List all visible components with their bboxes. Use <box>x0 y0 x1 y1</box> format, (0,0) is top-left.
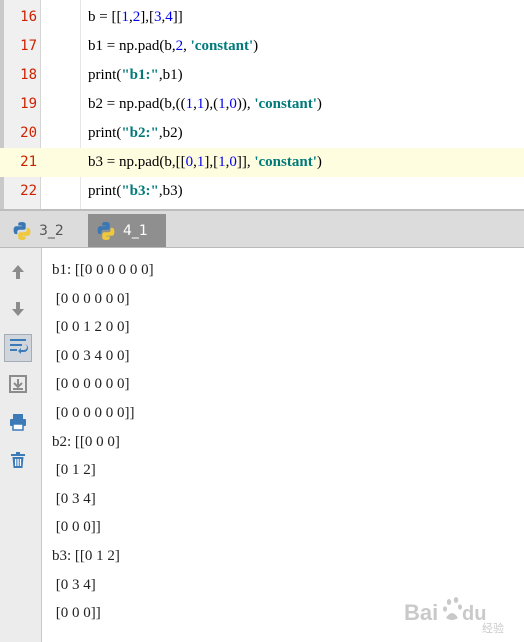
string-token: "b3:" <box>121 183 159 199</box>
code-token: , <box>183 38 191 54</box>
code-text[interactable]: b1 = np.pad(b,2, 'constant') <box>88 32 258 61</box>
console-line: [0 3 4] <box>52 576 96 593</box>
code-token: ) <box>253 38 259 54</box>
string-token: 'constant' <box>254 154 317 170</box>
code-token: ) <box>316 96 322 112</box>
run-tab-label: 4_1 <box>123 222 148 239</box>
string-token: 'constant' <box>254 96 317 112</box>
print-button[interactable] <box>4 410 32 438</box>
code-editor[interactable]: 16 b = [[1,2],[3,4]] 17 b1 = np.pad(b,2, 'c… <box>0 0 524 211</box>
up-arrow-button[interactable] <box>4 260 32 288</box>
line-number: 20 <box>20 125 37 141</box>
code-token: print( <box>88 67 122 83</box>
number-token: 4 <box>165 9 173 25</box>
code-token: ,b2) <box>158 125 183 141</box>
down-arrow-icon <box>9 300 27 322</box>
line-number: 21 <box>4 148 37 177</box>
number-token: 1 <box>185 96 194 112</box>
code-text[interactable]: b = [[1,2],[3,4]] <box>88 3 183 32</box>
number-token: 1 <box>121 9 129 25</box>
line-number: 17 <box>20 38 37 54</box>
code-line[interactable]: 19 b2 = np.pad(b,((1,1),(1,0)), 'constant… <box>0 90 524 119</box>
code-token: b3 = np.pad(b,[[ <box>88 154 186 170</box>
code-token: ) <box>316 154 322 170</box>
code-token: ],[ <box>204 154 219 170</box>
soft-wrap-button[interactable] <box>4 334 32 362</box>
code-text[interactable]: print("b2:",b2) <box>88 119 183 148</box>
code-line[interactable]: 22 print("b3:",b3) <box>0 177 524 206</box>
code-text[interactable]: b2 = np.pad(b,((1,1),(1,0)), 'constant') <box>88 90 322 119</box>
code-token: print( <box>88 125 122 141</box>
line-number: 18 <box>20 67 37 83</box>
string-token: 'constant' <box>190 38 254 54</box>
code-line[interactable]: 18 print("b1:",b1) <box>0 61 524 90</box>
line-number: 22 <box>20 183 37 199</box>
run-tab-4_1[interactable]: 4_1 <box>88 214 166 247</box>
code-token: b1 = np.pad(b, <box>88 38 176 54</box>
console-line: [0 0 0]] <box>52 605 101 622</box>
line-number: 19 <box>20 96 37 112</box>
trash-button[interactable] <box>4 448 32 476</box>
console-line: [0 1 2] <box>52 462 96 479</box>
trash-icon <box>8 450 28 474</box>
console-output: b1: [[0 0 0 0 0 0] [0 0 0 0 0 0] [0 0 1 … <box>52 256 154 628</box>
string-token: "b2:" <box>121 125 159 141</box>
svg-text:经验: 经验 <box>482 621 504 634</box>
down-arrow-button[interactable] <box>4 297 32 325</box>
code-token: b = [[ <box>88 9 122 25</box>
console-line: [0 0 0 0 0 0]] <box>52 404 135 421</box>
console-toolbar <box>0 248 42 642</box>
code-token: ),( <box>204 96 219 112</box>
code-token: ,b3) <box>158 183 183 199</box>
number-token: 0 <box>185 154 194 170</box>
scroll-to-end-button[interactable] <box>4 372 32 400</box>
code-line[interactable]: 17 b1 = np.pad(b,2, 'constant') <box>0 32 524 61</box>
run-tab-label: 3_2 <box>39 222 64 239</box>
python-icon <box>12 221 32 241</box>
code-line[interactable]: 16 b = [[1,2],[3,4]] <box>0 3 524 32</box>
code-token: print( <box>88 183 122 199</box>
console-line: [0 0 0 0 0 0] <box>52 290 130 307</box>
code-token: )), <box>236 96 255 112</box>
line-number: 16 <box>20 9 37 25</box>
code-line[interactable]: 21 b3 = np.pad(b,[[0,1],[1,0]], 'constant… <box>0 148 524 177</box>
code-token: ],[ <box>140 9 154 25</box>
code-text[interactable]: b3 = np.pad(b,[[0,1],[1,0]], 'constant') <box>88 148 322 177</box>
code-line[interactable]: 20 print("b2:",b2) <box>0 119 524 148</box>
code-token: ,b1) <box>158 67 183 83</box>
code-text[interactable]: print("b3:",b3) <box>88 177 183 206</box>
string-token: "b1:" <box>121 67 159 83</box>
console-line: [0 3 4] <box>52 490 96 507</box>
number-token: 1 <box>218 154 226 170</box>
run-tab-bar: 3_2 4_1 <box>0 211 524 248</box>
console-line: [0 0 0]] <box>52 519 101 536</box>
console-line: [0 0 3 4 0 0] <box>52 347 130 364</box>
code-token: ]] <box>172 9 183 25</box>
soft-wrap-icon <box>8 336 28 360</box>
number-token: 1 <box>218 96 226 112</box>
number-token: 0 <box>229 154 237 170</box>
code-token: b2 = np.pad(b,(( <box>88 96 186 112</box>
console-line: b3: [[0 1 2] <box>52 547 120 564</box>
console-line: b1: [[0 0 0 0 0 0] <box>52 262 154 278</box>
console-line: b2: [[0 0 0] <box>52 433 120 450</box>
scroll-to-end-icon <box>8 374 28 398</box>
run-tab-3_2[interactable]: 3_2 <box>4 214 84 247</box>
baidu-watermark: Bai du 经验 <box>402 582 520 635</box>
up-arrow-icon <box>9 263 27 285</box>
console-line: [0 0 1 2 0 0] <box>52 319 130 336</box>
number-token: 0 <box>229 96 237 112</box>
code-token: ]], <box>236 154 255 170</box>
code-text[interactable]: print("b1:",b1) <box>88 61 183 90</box>
svg-text:Bai: Bai <box>404 600 438 625</box>
console-line: [0 0 0 0 0 0] <box>52 376 130 393</box>
number-token: 2 <box>175 38 184 54</box>
print-icon <box>8 412 28 436</box>
python-icon <box>96 221 116 241</box>
